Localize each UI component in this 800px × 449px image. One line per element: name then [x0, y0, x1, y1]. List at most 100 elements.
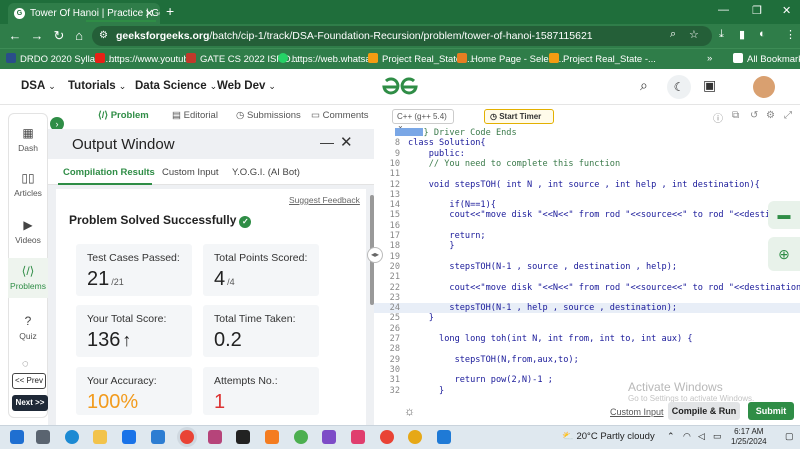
code-line[interactable]: 27 long long toh(int N, int from, int to… — [374, 334, 800, 344]
sidebar-item-dash[interactable]: ▦ Dash — [8, 125, 48, 155]
app-icon[interactable] — [408, 430, 422, 444]
close-window-icon[interactable]: ✕ — [782, 4, 791, 17]
menu-web-dev[interactable]: Web Dev ⌄ — [217, 80, 276, 92]
close-tab-icon[interactable]: ✕ — [145, 7, 154, 20]
tray-chevron-icon[interactable]: ⌃ — [667, 431, 675, 442]
code-line[interactable]: 25 } — [374, 313, 800, 323]
submit-button[interactable]: Submit — [748, 402, 794, 420]
menu-dsa[interactable]: DSA ⌄ — [21, 80, 56, 92]
code-line[interactable]: 1// } Driver Code Ends — [374, 128, 800, 138]
menu-tutorials[interactable]: Tutorials ⌄ — [68, 80, 126, 92]
code-area[interactable]: 1// } Driver Code Ends8 class Solution{9 … — [374, 127, 800, 397]
minimize-window-icon[interactable]: — — [718, 4, 729, 16]
tab-submissions[interactable]: ◷ Submissions — [236, 110, 301, 121]
search-icon[interactable]: ⌕ — [640, 77, 648, 94]
menu-data-science[interactable]: Data Science ⌄ — [135, 80, 217, 92]
code-line[interactable]: 22 cout<<"move disk "<<N<<" from rod "<<… — [374, 283, 800, 293]
vscode-icon[interactable] — [437, 430, 451, 444]
app-icon[interactable] — [265, 430, 279, 444]
address-bar[interactable]: ⚙ geeksforgeeks.org/batch/cip-1/track/DS… — [92, 26, 712, 46]
copy-icon[interactable]: ⧉ — [732, 110, 739, 121]
code-line[interactable]: 24 stepsTOH(N-1 , help , source , destin… — [374, 303, 800, 314]
code-line[interactable]: 21 — [374, 272, 800, 282]
language-select[interactable]: C++ (g++ 5.4) ⌄ — [392, 109, 454, 130]
tab-editorial[interactable]: ▤ Editorial — [172, 110, 218, 121]
code-line[interactable]: 26 — [374, 324, 800, 334]
code-line[interactable]: 14 if(N==1){ — [374, 200, 800, 210]
windows-start-icon[interactable] — [10, 430, 24, 444]
gfg-logo-icon[interactable] — [380, 75, 420, 99]
visual-studio-icon[interactable] — [322, 430, 336, 444]
close-icon[interactable]: ✕ — [340, 133, 353, 151]
clock[interactable]: 6:17 AM 1/25/2024 — [731, 427, 767, 447]
edge-icon[interactable] — [65, 430, 79, 444]
chrome-icon[interactable] — [180, 430, 194, 444]
minimize-icon[interactable]: — — [320, 134, 334, 150]
app-icon[interactable] — [208, 430, 222, 444]
code-line[interactable]: 31 return pow(2,N)-1 ; — [374, 375, 800, 385]
menu-icon[interactable]: ⋮ — [785, 28, 796, 41]
forward-icon[interactable]: → — [28, 28, 46, 43]
battery-icon[interactable]: ▭ — [713, 431, 722, 442]
panel-resize-handle[interactable]: ◂▸ — [367, 247, 383, 263]
download-icon[interactable]: ⤓ — [719, 28, 724, 41]
compile-run-button[interactable]: Compile & Run — [668, 402, 740, 420]
bookmark-item[interactable]: https://www.youtub... — [95, 53, 197, 65]
avatar[interactable] — [753, 76, 775, 98]
chrome-icon[interactable] — [380, 430, 394, 444]
code-line[interactable]: 13 — [374, 190, 800, 200]
code-line[interactable]: 28 — [374, 344, 800, 354]
code-line[interactable]: 15 cout<<"move disk "<<N<<" from rod "<<… — [374, 210, 800, 220]
custom-input-link[interactable]: Custom Input — [610, 407, 664, 417]
chat-icon[interactable]: ▬ — [768, 201, 800, 229]
app-icon[interactable] — [351, 430, 365, 444]
store-icon[interactable] — [122, 430, 136, 444]
code-line[interactable]: 8 class Solution{ — [374, 138, 800, 148]
code-line[interactable]: 12 void stepsTOH( int N , int source , i… — [374, 180, 800, 190]
sidebar-item-articles[interactable]: ▯▯ Articles — [8, 170, 48, 200]
home-icon[interactable]: ⌂ — [70, 28, 88, 43]
start-timer-button[interactable]: ◷ Start Timer — [484, 109, 554, 124]
file-explorer-icon[interactable] — [93, 430, 107, 444]
new-tab-button[interactable]: + — [166, 3, 174, 19]
folded-code-marker[interactable] — [395, 128, 423, 136]
tab-problem[interactable]: ⟨/⟩ Problem — [98, 110, 149, 121]
tab-compilation-results[interactable]: Compilation Results — [63, 167, 155, 178]
code-line[interactable]: 23 — [374, 293, 800, 303]
code-line[interactable]: 11 — [374, 169, 800, 179]
reset-icon[interactable]: ↺ — [750, 110, 758, 121]
settings-icon[interactable]: ⚙ — [766, 110, 775, 121]
suggest-feedback-link[interactable]: Suggest Feedback — [289, 195, 360, 205]
bookmark-item[interactable]: Project Real_State -... — [549, 53, 656, 65]
notification-icon[interactable]: ▢ — [785, 431, 794, 442]
theme-toggle-icon[interactable]: ☾ — [667, 75, 691, 99]
code-line[interactable]: 18 } — [374, 241, 800, 251]
prev-button[interactable]: << Prev — [12, 373, 46, 389]
sidebar-item-problems[interactable]: ⟨/⟩ Problems — [8, 258, 48, 298]
maximize-window-icon[interactable]: ❐ — [752, 4, 762, 17]
code-line[interactable]: 10 // You need to complete this function — [374, 159, 800, 169]
code-line[interactable]: 20 stepsTOH(N-1 , source , destination ,… — [374, 262, 800, 272]
task-view-icon[interactable] — [36, 430, 50, 444]
code-line[interactable]: 17 return; — [374, 231, 800, 241]
bookmark-item[interactable]: Home Page - Select... — [457, 53, 564, 65]
code-line[interactable]: 29 stepsTOH(N,from,aux,to); — [374, 355, 800, 365]
mail-icon[interactable] — [151, 430, 165, 444]
code-line[interactable]: 16 — [374, 221, 800, 231]
tab-yogi-bot[interactable]: Y.O.G.I. (AI Bot) — [232, 167, 300, 178]
wifi-icon[interactable]: ◠ — [683, 431, 691, 442]
info-icon[interactable]: ⓘ — [713, 110, 723, 125]
translate-icon[interactable]: ▣ — [703, 77, 716, 94]
back-icon[interactable]: ← — [6, 28, 24, 43]
weather-widget[interactable]: ⛅ 20°C Partly cloudy — [562, 431, 655, 442]
intellij-icon[interactable] — [236, 430, 250, 444]
code-line[interactable]: 19 — [374, 252, 800, 262]
more-bookmarks-icon[interactable]: » — [707, 53, 712, 64]
bookmark-star-icon[interactable]: ☆ — [689, 28, 699, 41]
sidebar-item-quiz[interactable]: ? Quiz — [8, 313, 48, 343]
code-line[interactable]: 9 public: — [374, 149, 800, 159]
volume-icon[interactable]: ◁ — [698, 431, 705, 442]
reload-icon[interactable]: ↻ — [50, 28, 68, 44]
bookmark-item[interactable]: https://web.whatsa... — [278, 53, 379, 65]
next-button[interactable]: Next >> — [12, 395, 48, 411]
